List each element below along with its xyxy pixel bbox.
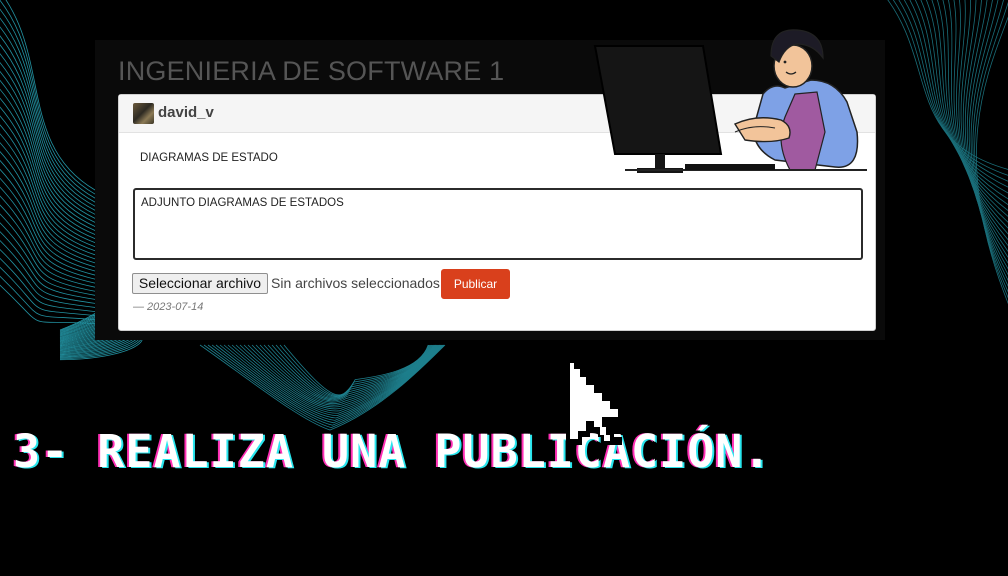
wave-line: [211, 344, 443, 424]
wave-line: [215, 344, 443, 421]
avatar[interactable]: [133, 103, 154, 124]
author-name[interactable]: david_v: [158, 104, 214, 121]
arm: [733, 117, 791, 143]
file-status-text: Sin archivos seleccionados: [271, 275, 440, 291]
person-at-computer-illustration: [593, 29, 867, 173]
post-date: — 2023-07-14: [133, 301, 204, 313]
keyboard: [685, 164, 775, 170]
choose-file-button[interactable]: Seleccionar archivo: [132, 273, 268, 294]
post-subject: DIAGRAMAS DE ESTADO: [140, 152, 278, 164]
wave-line: [936, 0, 1008, 223]
wave-line: [974, 2, 1008, 299]
wave-line: [207, 344, 444, 426]
monitor: [593, 45, 723, 155]
course-title: INGENIERIA DE SOFTWARE 1: [118, 56, 505, 86]
wave-line: [887, 0, 1008, 170]
post-body-input[interactable]: ADJUNTO DIAGRAMAS DE ESTADOS: [133, 188, 863, 260]
headline-text: 3- REALIZA UNA PUBLICACIÓN.: [13, 425, 772, 478]
wave-line: [975, 16, 1008, 304]
publish-button[interactable]: Publicar: [441, 269, 510, 299]
pixel-arrow-cursor-icon: [566, 357, 630, 445]
wave-line: [903, 0, 1008, 188]
wave-line: [898, 0, 1008, 182]
headline: 3- REALIZA UNA PUBLICACIÓN. 3- REALIZA U…: [11, 425, 1003, 485]
